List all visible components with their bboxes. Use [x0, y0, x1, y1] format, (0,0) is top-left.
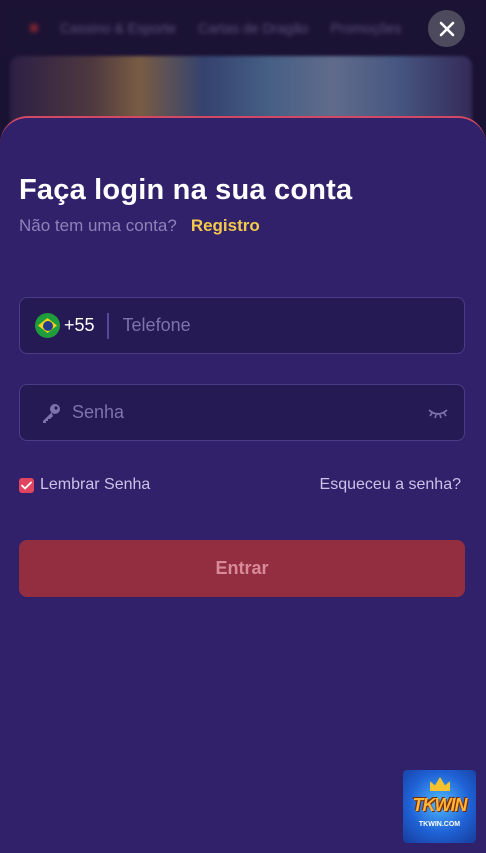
remember-password[interactable]: Lembrar Senha — [19, 476, 150, 494]
phone-input[interactable] — [108, 298, 464, 353]
page-title: Faça login na sua conta — [19, 174, 353, 206]
login-button[interactable]: Entrar — [19, 540, 465, 597]
logo-domain: TKWIN.COM — [418, 821, 461, 828]
close-icon — [439, 21, 454, 36]
eye-closed-icon[interactable] — [428, 406, 448, 420]
background-nav: Cassino & Esporte Cartas de Dragão Promo… — [0, 0, 486, 56]
no-account-text: Não tem uma conta? — [19, 216, 177, 235]
background-nav-item: Promoções — [330, 20, 402, 36]
remember-label: Lembrar Senha — [40, 476, 151, 493]
register-prompt: Não tem uma conta? Registro — [19, 216, 260, 236]
key-icon — [40, 402, 62, 424]
remember-checkbox[interactable] — [19, 477, 34, 493]
register-link[interactable]: Registro — [191, 216, 260, 236]
country-code[interactable]: +55 — [64, 315, 95, 336]
background-nav-item: Cartas de Dragão — [197, 20, 309, 36]
brazil-flag-icon[interactable] — [35, 313, 60, 338]
password-field — [19, 384, 465, 441]
checkmark-icon — [21, 481, 32, 489]
forgot-password-link[interactable]: Esqueceu a senha? — [320, 476, 461, 494]
background-logo-mark — [30, 24, 38, 32]
crown-icon — [430, 777, 450, 791]
password-input[interactable] — [62, 385, 428, 440]
logo-brand: TKWIN — [412, 795, 468, 815]
tkwin-logo[interactable]: TKWIN TKWIN.COM — [403, 770, 476, 843]
close-button[interactable] — [428, 10, 465, 47]
background-nav-item: Cassino & Esporte — [60, 20, 176, 36]
login-sheet: Faça login na sua conta Não tem uma cont… — [0, 116, 486, 853]
phone-field: +55 — [19, 297, 465, 354]
